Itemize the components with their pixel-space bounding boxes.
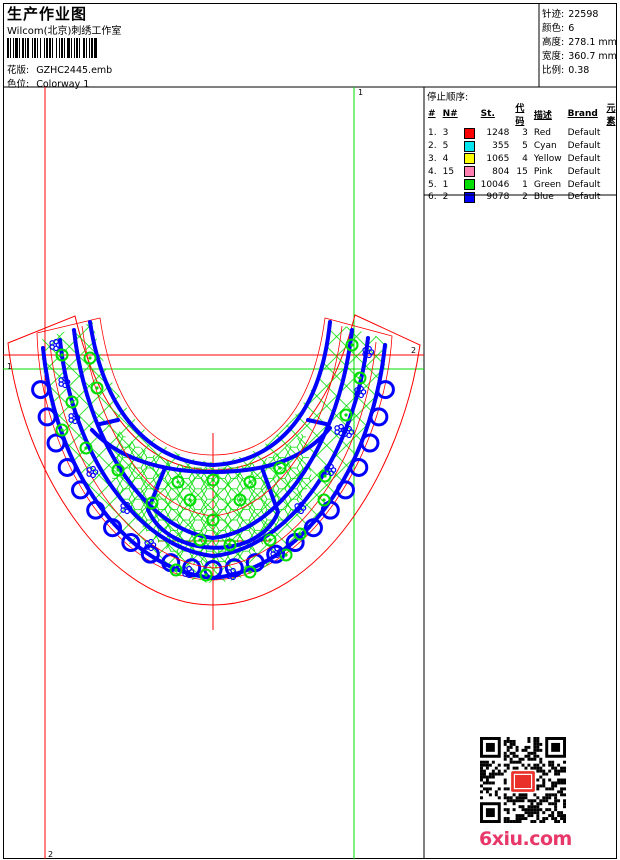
- guide-label-h-red: 2: [411, 346, 416, 355]
- scallop: [31, 380, 51, 400]
- watermark-logo: 6xiu.com: [479, 828, 572, 850]
- embroidery-preview: 2121: [3, 3, 617, 859]
- qr-code: [480, 737, 566, 823]
- scallop: [37, 407, 57, 427]
- guide-label-v-red: 2: [48, 850, 53, 859]
- guide-label-v-green: 1: [358, 88, 363, 97]
